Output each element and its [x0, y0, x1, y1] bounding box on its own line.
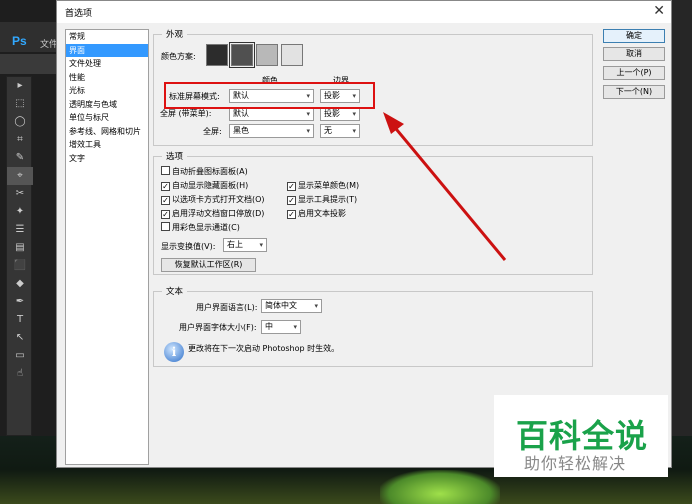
watermark-subtitle: 助你轻松解决 — [524, 454, 627, 473]
watermark-logo: 百科全说 助你轻松解决 — [494, 395, 668, 477]
